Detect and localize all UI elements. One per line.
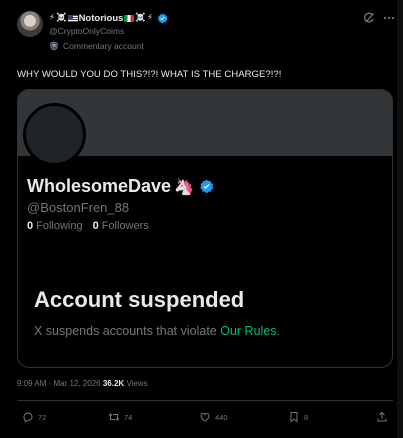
avatar[interactable] bbox=[17, 11, 43, 37]
us-flag-icon bbox=[67, 14, 78, 22]
post-meta: 9:09 AM · Mar 12, 2026 36.2K Views bbox=[17, 379, 148, 388]
unicorn-emoji: 🦄 bbox=[174, 178, 194, 196]
bookmark-icon bbox=[290, 412, 298, 423]
reply-icon bbox=[23, 412, 33, 423]
post-date[interactable]: Mar 12, 2026 bbox=[53, 379, 100, 388]
author-handle[interactable]: @CryptoOnlyCoims bbox=[49, 26, 124, 36]
reply-button[interactable]: 72 bbox=[22, 411, 46, 423]
author-name-row[interactable]: ⚡ ☠️ Notorious ☠️ ⚡ bbox=[49, 11, 168, 25]
italy-flag-icon bbox=[124, 14, 135, 22]
bookmark-count: 8 bbox=[304, 412, 309, 422]
like-button[interactable]: 440 bbox=[199, 411, 228, 423]
profile-name-row: WholesomeDave 🦄 bbox=[27, 176, 214, 197]
embedded-profile-screenshot[interactable]: WholesomeDave 🦄 @BostonFren_88 0 Followin… bbox=[17, 89, 393, 368]
emoji-skull-right: ☠️ bbox=[135, 13, 147, 23]
like-icon bbox=[200, 412, 210, 422]
profile-avatar bbox=[23, 103, 86, 166]
following-count: 0 bbox=[27, 220, 34, 232]
views-count: 36.2K bbox=[102, 379, 125, 388]
action-bar: 72 74 440 8 bbox=[17, 411, 393, 429]
verified-badge-icon[interactable] bbox=[157, 13, 168, 24]
emoji-lightning-right: ⚡ bbox=[147, 13, 153, 23]
verified-badge-icon bbox=[200, 179, 214, 194]
post-time[interactable]: 9:09 AM bbox=[17, 379, 46, 388]
followers-stat: 0 Followers bbox=[93, 220, 149, 232]
scrollbar[interactable] bbox=[397, 0, 403, 438]
post: ⚡ ☠️ Notorious ☠️ ⚡ @CryptoOnlyCoims Com… bbox=[0, 0, 403, 438]
account-label[interactable]: Commentary account bbox=[49, 41, 144, 51]
emoji-skull-left: ☠️ bbox=[55, 13, 67, 23]
tweet-text: WHY WOULD YOU DO THIS?!?! WHAT IS THE CH… bbox=[17, 69, 282, 80]
emoji-lightning-left: ⚡ bbox=[49, 13, 55, 23]
account-label-text: Commentary account bbox=[63, 41, 144, 51]
bookmark-button[interactable]: 8 bbox=[288, 411, 308, 423]
share-button[interactable] bbox=[376, 411, 388, 423]
reply-count: 72 bbox=[38, 412, 47, 422]
share-icon bbox=[377, 411, 387, 422]
suspended-message: X suspends accounts that violate Our Rul… bbox=[34, 324, 280, 338]
shield-icon bbox=[50, 41, 58, 51]
repost-icon bbox=[108, 413, 120, 421]
author-name[interactable]: Notorious bbox=[79, 13, 124, 24]
follow-counts: 0 Following 0 Followers bbox=[27, 220, 149, 232]
following-stat: 0 Following bbox=[27, 220, 83, 232]
grok-icon[interactable] bbox=[363, 12, 375, 24]
next-post-peek bbox=[17, 433, 393, 438]
our-rules-link: Our Rules bbox=[220, 324, 277, 338]
followers-count: 0 bbox=[92, 220, 99, 232]
divider bbox=[17, 400, 393, 401]
suspended-period: . bbox=[276, 324, 281, 338]
following-label: Following bbox=[36, 220, 83, 232]
suspended-title: Account suspended bbox=[34, 287, 245, 312]
views-label: Views bbox=[126, 379, 148, 388]
repost-button[interactable]: 74 bbox=[108, 411, 132, 423]
more-icon[interactable] bbox=[383, 12, 395, 24]
suspended-text: X suspends accounts that violate bbox=[34, 324, 217, 338]
profile-handle: @BostonFren_88 bbox=[27, 200, 130, 215]
followers-label: Followers bbox=[101, 220, 149, 232]
repost-count: 74 bbox=[124, 412, 133, 422]
like-count: 440 bbox=[215, 412, 228, 422]
profile-display-name: WholesomeDave bbox=[27, 176, 172, 196]
